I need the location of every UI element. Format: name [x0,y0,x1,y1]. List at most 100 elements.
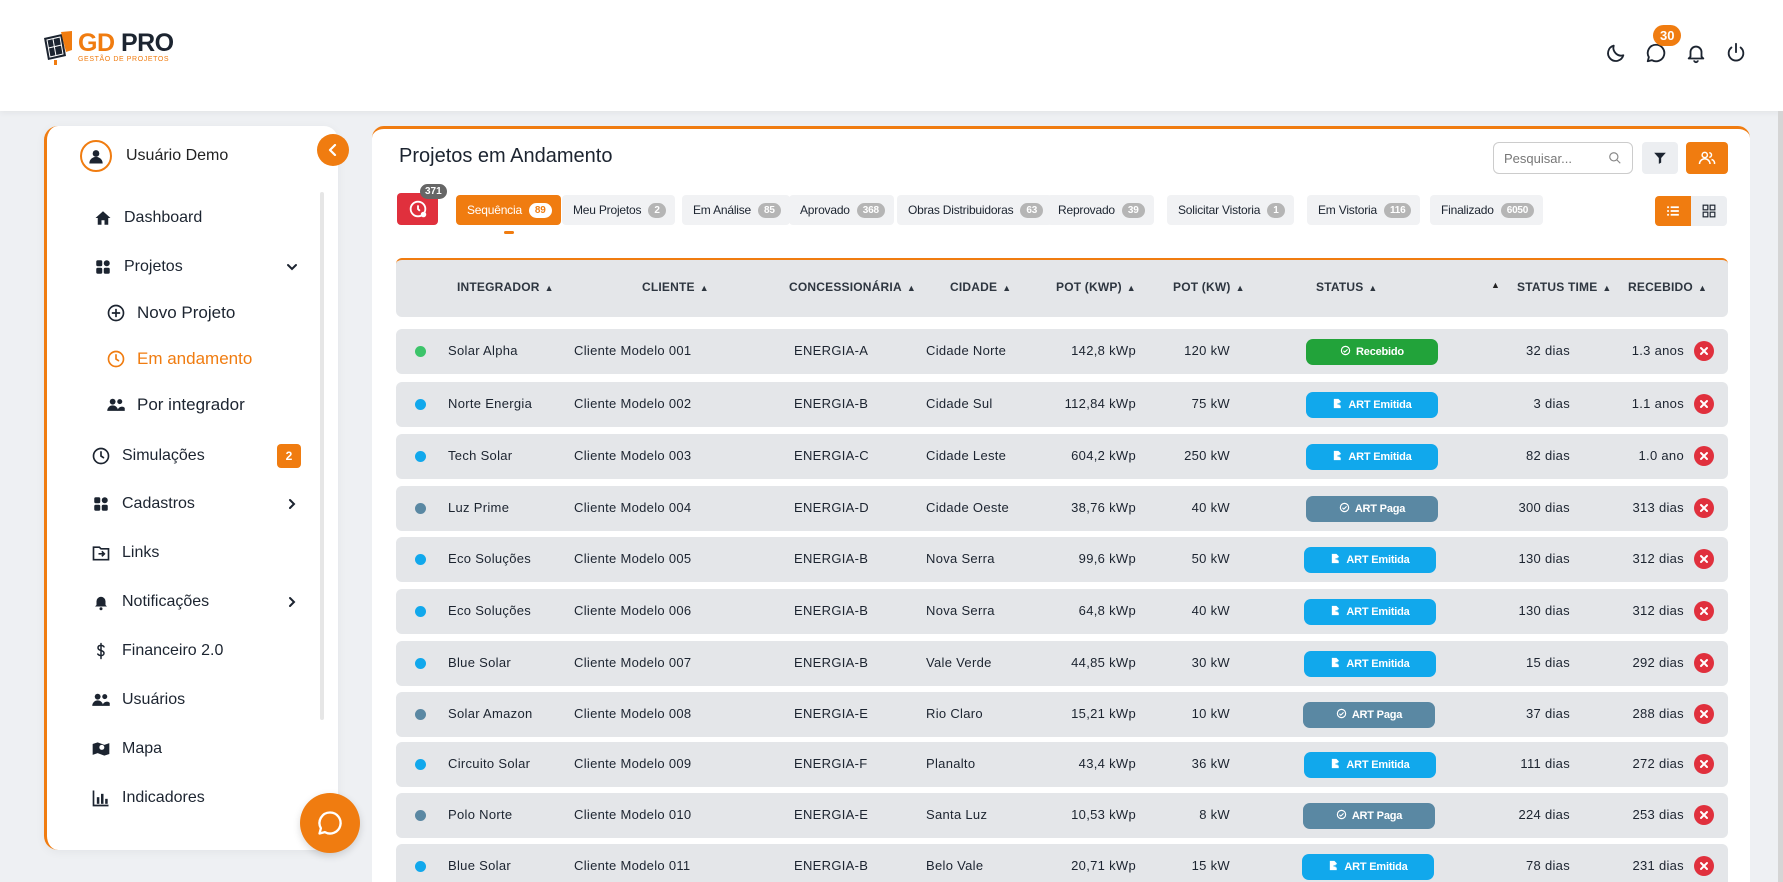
sidebar-item-novo-projeto[interactable]: Novo Projeto [105,302,235,324]
table-row[interactable]: Solar Amazon Cliente Modelo 008 ENERGIA-E R… [396,692,1728,737]
cell-integrador[interactable]: Polo Norte [448,807,512,822]
cell-integrador[interactable]: Luz Prime [448,500,509,515]
cell-integrador[interactable]: Tech Solar [448,448,512,463]
sidebar-item-simulacoes[interactable]: Simulações [90,445,205,467]
delete-row-button[interactable] [1694,653,1714,673]
sidebar-item-usuarios[interactable]: Usuários [90,689,185,711]
status-badge[interactable]: ART Paga [1306,496,1438,522]
chevron-right-icon[interactable] [285,595,299,614]
cell-integrador[interactable]: Blue Solar [448,858,511,873]
tab-reprovado[interactable]: Reprovado 39 [1047,195,1154,225]
status-badge[interactable]: Recebido [1306,339,1438,365]
tab-aprovado[interactable]: Aprovado 368 [789,195,894,225]
dark-mode-moon-icon[interactable] [1603,40,1629,66]
table-row[interactable]: Blue Solar Cliente Modelo 011 ENERGIA-B Bel… [396,844,1728,882]
sidebar-item-label: Financeiro 2.0 [122,642,224,659]
integradores-users-button[interactable] [1686,142,1728,174]
cell-integrador[interactable]: Blue Solar [448,655,511,670]
grid-view-button[interactable] [1691,196,1727,226]
page-scrollbar[interactable] [1778,111,1783,882]
close-icon [1700,811,1708,819]
close-icon [1700,452,1708,460]
table-row[interactable]: Circuito Solar Cliente Modelo 009 ENERGIA-… [396,742,1728,787]
delete-row-button[interactable] [1694,805,1714,825]
column-header-pot-kwp[interactable]: POT (KWP) ▲ [1056,280,1136,294]
table-row[interactable]: Tech Solar Cliente Modelo 003 ENERGIA-C Cid… [396,434,1728,479]
list-view-button[interactable] [1655,196,1691,226]
delete-row-button[interactable] [1694,498,1714,518]
sidebar-item-dashboard[interactable]: Dashboard [92,207,202,229]
tab-solicitar-vistoria[interactable]: Solicitar Vistoria 1 [1167,195,1294,225]
sidebar-item-financeiro[interactable]: Financeiro 2.0 [90,640,223,662]
collapse-sidebar-button[interactable] [317,134,349,166]
chat-support-button[interactable] [300,793,360,853]
sidebar-item-mapa[interactable]: Mapa [90,738,162,760]
sidebar-item-por-integrador[interactable]: Por integrador [105,394,245,416]
map-pin-icon [90,738,112,760]
chevron-down-icon[interactable] [285,260,299,279]
delete-row-button[interactable] [1694,549,1714,569]
search-input[interactable]: Pesquisar... [1493,142,1633,174]
cell-integrador[interactable]: Circuito Solar [448,756,530,771]
filter-button[interactable] [1642,142,1678,174]
status-badge[interactable]: ART Emitida [1304,752,1436,778]
table-row[interactable]: Eco Soluções Cliente Modelo 006 ENERGIA-B N… [396,589,1728,634]
status-badge[interactable]: ART Emitida [1306,392,1438,418]
cell-recebido: 1.0 ano [1638,448,1684,463]
simulacoes-count-badge: 2 [277,444,301,468]
tab-finalizado[interactable]: Finalizado 6050 [1430,195,1544,225]
column-header-status-time[interactable]: STATUS TIME ▲ [1517,280,1612,294]
column-header-status[interactable]: STATUS ▲ [1316,280,1378,294]
sort-arrow-icon[interactable]: ▲ [1491,280,1500,290]
cell-integrador[interactable]: Eco Soluções [448,603,531,618]
delete-row-button[interactable] [1694,341,1714,361]
status-badge[interactable]: ART Paga [1303,803,1435,829]
power-logout-icon[interactable] [1723,40,1749,66]
column-header-integrador[interactable]: INTEGRADOR ▲ [457,280,554,294]
tab-em-analise[interactable]: Em Análise 85 [682,195,790,225]
user-profile[interactable]: Usuário Demo [80,140,228,172]
cell-integrador[interactable]: Norte Energia [448,396,532,411]
cell-integrador[interactable]: Solar Amazon [448,706,533,721]
tab-sequencia[interactable]: Sequência 89 [456,195,561,225]
status-badge[interactable]: ART Emitida [1302,854,1434,880]
delete-row-button[interactable] [1694,754,1714,774]
column-header-pot-kw[interactable]: POT (KW) ▲ [1173,280,1245,294]
delete-row-button[interactable] [1694,601,1714,621]
status-badge[interactable]: ART Emitida [1304,651,1436,677]
status-badge[interactable]: ART Emitida [1304,547,1436,573]
column-header-cidade[interactable]: CIDADE ▲ [950,280,1011,294]
column-header-concessionaria[interactable]: CONCESSIONÁRIA ▲ [789,280,916,294]
status-badge[interactable]: ART Emitida [1304,599,1436,625]
sidebar-item-notificacoes[interactable]: Notificações [90,591,209,613]
tab-em-vistoria[interactable]: Em Vistoria 116 [1307,195,1421,225]
notifications-bell-icon[interactable] [1683,40,1709,66]
table-row[interactable]: Blue Solar Cliente Modelo 007 ENERGIA-B Val… [396,641,1728,686]
sidebar-item-em-andamento[interactable]: Em andamento [105,348,252,370]
tab-obras-distribuidoras[interactable]: Obras Distribuidoras 63 [897,195,1053,225]
delete-row-button[interactable] [1694,446,1714,466]
status-badge[interactable]: ART Paga [1303,702,1435,728]
delete-row-button[interactable] [1694,856,1714,876]
sidebar-item-projetos[interactable]: Projetos [92,256,183,278]
chevron-right-icon[interactable] [285,497,299,516]
sidebar-scrollbar[interactable] [320,192,324,720]
messages-icon[interactable]: 30 [1643,25,1682,66]
table-row[interactable]: Norte Energia Cliente Modelo 002 ENERGIA-B… [396,382,1728,427]
delete-row-button[interactable] [1694,704,1714,724]
sidebar-item-indicadores[interactable]: Indicadores [90,787,205,809]
column-header-recebido[interactable]: RECEBIDO ▲ [1628,280,1707,294]
table-row[interactable]: Luz Prime Cliente Modelo 004 ENERGIA-D Cida… [396,486,1728,531]
tab-meu-projetos[interactable]: Meu Projetos 2 [562,195,675,225]
cell-integrador[interactable]: Eco Soluções [448,551,531,566]
table-row[interactable]: Solar Alpha Cliente Modelo 001 ENERGIA-A Ci… [396,329,1728,374]
cell-integrador[interactable]: Solar Alpha [448,343,518,358]
brand-logo[interactable]: GD PRO GESTÃO DE PROJETOS [42,30,174,66]
column-header-cliente[interactable]: CLIENTE ▲ [642,280,709,294]
sidebar-item-links[interactable]: Links [90,542,159,564]
status-badge[interactable]: ART Emitida [1306,444,1438,470]
delete-row-button[interactable] [1694,394,1714,414]
table-row[interactable]: Eco Soluções Cliente Modelo 005 ENERGIA-B N… [396,537,1728,582]
table-row[interactable]: Polo Norte Cliente Modelo 010 ENERGIA-E San… [396,793,1728,838]
sidebar-item-cadastros[interactable]: Cadastros [90,493,195,515]
